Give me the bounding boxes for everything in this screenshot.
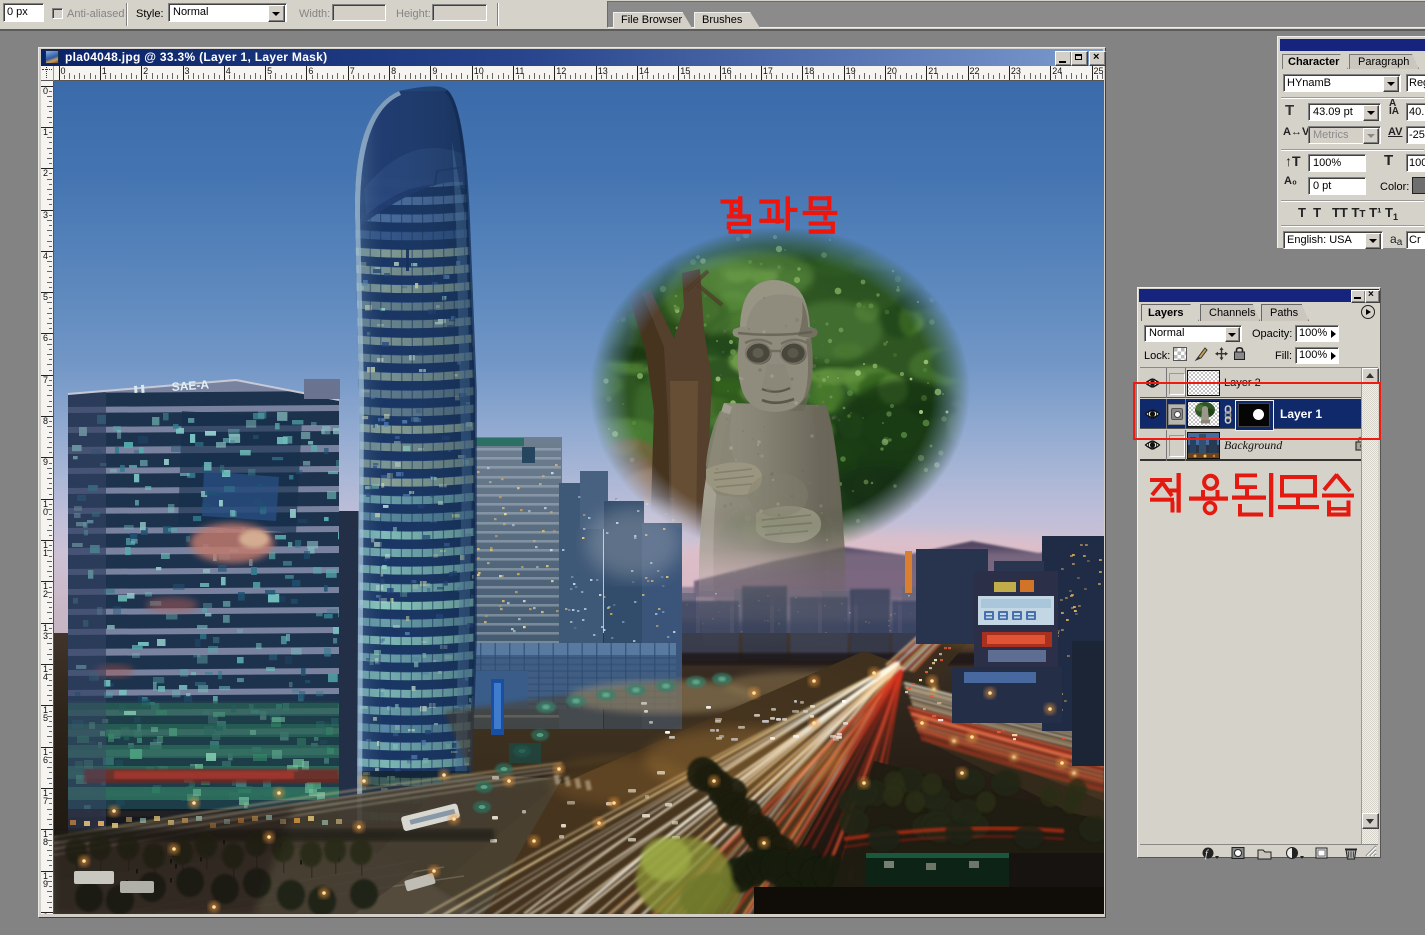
svg-text:SAE-A: SAE-A [171, 377, 210, 394]
